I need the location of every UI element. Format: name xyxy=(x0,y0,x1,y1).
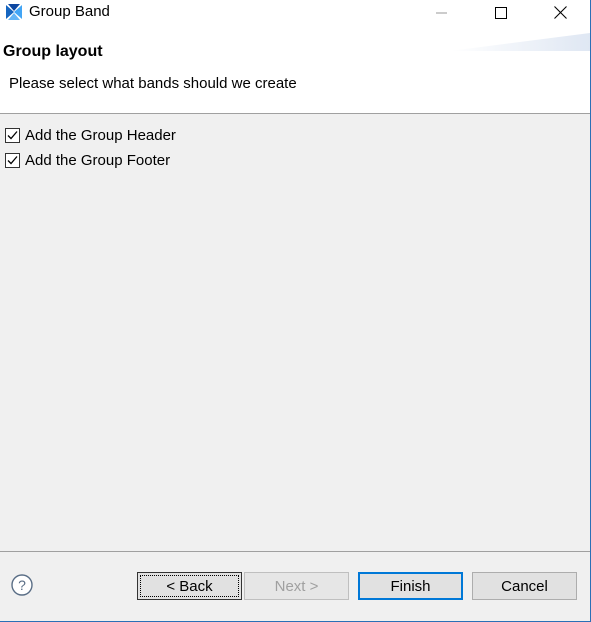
checkmark-icon xyxy=(7,130,18,139)
svg-text:?: ? xyxy=(18,577,26,593)
finish-button-label: Finish xyxy=(390,577,431,595)
back-button-label: < Back xyxy=(166,577,213,595)
cancel-button-label: Cancel xyxy=(501,577,548,595)
title-bar[interactable]: Group Band xyxy=(0,0,590,25)
checkbox-label: Add the Group Footer xyxy=(25,151,171,169)
cancel-button[interactable]: Cancel xyxy=(472,572,577,600)
checkbox-box[interactable] xyxy=(5,127,20,143)
back-button[interactable]: < Back xyxy=(137,572,242,600)
eclipse-birt-icon xyxy=(6,4,22,20)
finish-button[interactable]: Finish xyxy=(358,572,463,600)
checkbox-label: Add the Group Header xyxy=(25,126,176,144)
header-banner-graphic xyxy=(450,33,590,51)
group-band-dialog: Group Band Group layout Please select wh… xyxy=(0,0,591,622)
maximize-icon xyxy=(495,6,507,19)
add-group-footer-checkbox[interactable]: Add the Group Footer xyxy=(5,150,170,170)
next-button-label: Next > xyxy=(274,577,319,595)
add-group-header-checkbox[interactable]: Add the Group Header xyxy=(5,125,176,145)
next-button[interactable]: Next > xyxy=(244,572,349,600)
maximize-button[interactable] xyxy=(476,0,526,25)
page-title: Group layout xyxy=(3,43,103,60)
minimize-button[interactable] xyxy=(417,0,467,25)
checkmark-icon xyxy=(7,155,18,164)
close-button[interactable] xyxy=(535,0,585,25)
help-icon[interactable]: ? xyxy=(11,574,33,596)
button-bar: ? < Back Next > Finish Cancel xyxy=(0,552,590,621)
wizard-header: Group layout Please select what bands sh… xyxy=(0,25,590,114)
minimize-icon xyxy=(436,12,447,13)
close-icon xyxy=(553,6,567,19)
options-panel: Add the Group Header Add the Group Foote… xyxy=(0,114,590,551)
checkbox-box[interactable] xyxy=(5,152,20,168)
page-description: Please select what bands should we creat… xyxy=(9,75,297,92)
window-title: Group Band xyxy=(29,3,110,20)
